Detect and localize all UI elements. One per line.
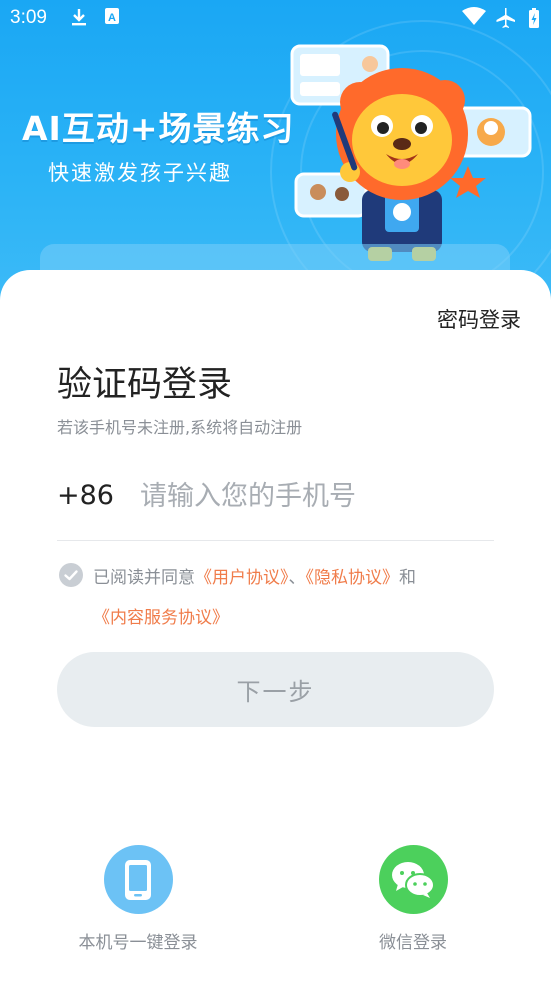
agreement-and: 和 <box>399 568 416 588</box>
svg-text:A: A <box>108 12 116 24</box>
lion-mascot-illustration <box>290 44 532 261</box>
user-agreement-link[interactable]: 《用户协议》 <box>195 568 289 588</box>
agreement-text-line2: 《内容服务协议》 <box>93 603 229 628</box>
page-subtitle: 若该手机号未注册,系统将自动注册 <box>57 418 303 437</box>
wechat-login-option[interactable]: 微信登录 <box>333 845 493 953</box>
hero-subtitle: 快速激发孩子兴趣 <box>48 161 232 185</box>
hero-banner: AI互动+场景练习 快速激发孩子兴趣 <box>0 0 551 300</box>
status-time: 3:09 <box>10 7 47 28</box>
password-login-link[interactable]: 密码登录 <box>437 304 521 334</box>
app-notification-icon: A <box>104 7 120 30</box>
agreement-prefix: 已阅读并同意 <box>93 568 195 588</box>
privacy-agreement-link[interactable]: 《隐私协议》 <box>306 568 400 588</box>
country-code[interactable]: +86 <box>57 480 114 511</box>
status-bar: 3:09 A <box>0 0 551 38</box>
one-click-login-label: 本机号一键登录 <box>78 933 198 953</box>
phone-input-row: +86 <box>57 470 494 541</box>
wechat-login-label: 微信登录 <box>379 933 447 953</box>
next-button[interactable]: 下一步 <box>57 652 494 727</box>
phone-number-input[interactable] <box>140 474 490 518</box>
hero-title: AI互动+场景练习 <box>22 109 295 148</box>
phone-icon[interactable] <box>103 845 173 914</box>
agreement-text: 已阅读并同意《用户协议》、《隐私协议》和 <box>93 563 416 588</box>
content-service-agreement-link[interactable]: 《内容服务协议》 <box>93 608 229 628</box>
wifi-icon <box>462 7 486 32</box>
agreement-checkbox[interactable] <box>59 563 83 587</box>
airplane-mode-icon <box>494 7 516 34</box>
wechat-icon[interactable] <box>378 845 448 914</box>
agreement-separator: 、 <box>288 568 306 588</box>
page-title: 验证码登录 <box>57 365 233 405</box>
checkmark-icon <box>64 570 78 581</box>
download-icon <box>70 7 88 32</box>
one-click-login-option[interactable]: 本机号一键登录 <box>58 845 218 953</box>
battery-charging-icon <box>528 7 540 34</box>
